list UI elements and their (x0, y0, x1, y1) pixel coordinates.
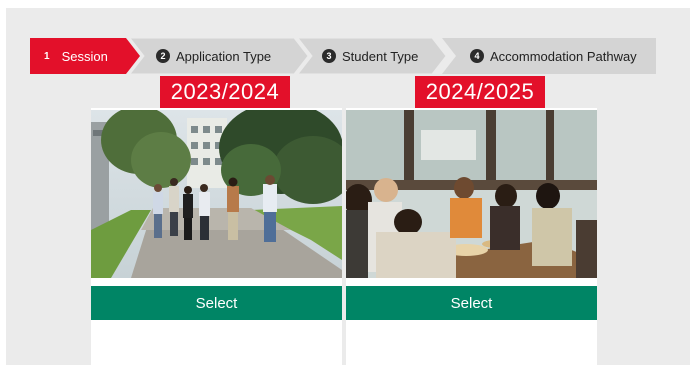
step-application-type-label: Application Type (176, 48, 272, 64)
session-year-badge: 2023/2024 (160, 76, 290, 108)
select-session-button[interactable]: Select (91, 286, 342, 320)
step-student-type[interactable]: 3 Student Type (298, 38, 448, 74)
step-session[interactable]: 1 Session (30, 38, 140, 74)
step-session-number: 1 (44, 50, 50, 62)
step-student-type-number: 3 (322, 49, 336, 63)
campus-walkway-photo (91, 110, 342, 278)
step-application-type-number: 2 (156, 49, 170, 63)
session-year-badge: 2024/2025 (415, 76, 545, 108)
step-session-label: Session (61, 48, 108, 64)
session-card: Select (346, 108, 597, 365)
select-session-button[interactable]: Select (346, 286, 597, 320)
step-student-type-label: Student Type (342, 48, 419, 64)
session-card: Select (91, 108, 342, 365)
step-accommodation-pathway-label: Accommodation Pathway (490, 48, 637, 64)
progress-stepper: 1 Session 2 Application Type 3 Student T… (30, 38, 656, 74)
step-accommodation-pathway-number: 4 (470, 49, 484, 63)
students-dining-photo (346, 110, 597, 278)
step-application-type[interactable]: 2 Application Type (130, 38, 310, 74)
step-accommodation-pathway[interactable]: 4 Accommodation Pathway (442, 38, 656, 74)
